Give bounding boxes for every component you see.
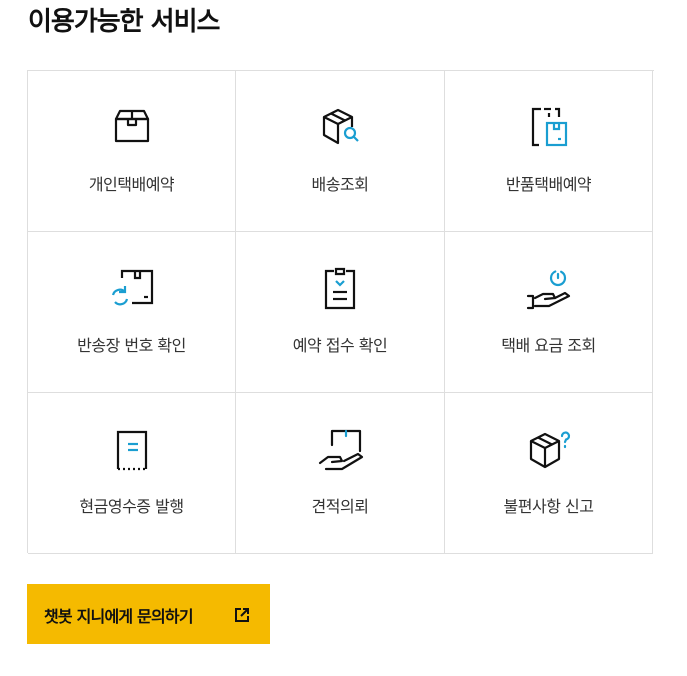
service-parcel-fee-inquiry[interactable]: 택배 요금 조회 bbox=[445, 232, 653, 393]
chatbot-button-label: 챗봇 지니에게 문의하기 bbox=[44, 607, 194, 626]
service-grid: 개인택배예약 배송조회 반품택배예약 반송장 번호 확인 예약 접수 확인 택배… bbox=[27, 70, 654, 554]
service-label: 배송조회 bbox=[311, 175, 369, 194]
service-label: 현금영수증 발행 bbox=[79, 497, 184, 516]
box-search-icon bbox=[316, 105, 364, 153]
box-question-icon bbox=[525, 427, 573, 475]
service-complaint-report[interactable]: 불편사항 신고 bbox=[445, 393, 653, 554]
service-label: 택배 요금 조회 bbox=[501, 336, 596, 355]
service-label: 견적의뢰 bbox=[311, 497, 369, 516]
service-return-waybill-check[interactable]: 반송장 번호 확인 bbox=[28, 232, 236, 393]
box-icon bbox=[108, 105, 156, 153]
service-label: 예약 접수 확인 bbox=[292, 336, 388, 355]
return-box-icon bbox=[525, 105, 573, 153]
box-refresh-icon bbox=[108, 266, 156, 314]
external-link-icon bbox=[234, 607, 250, 623]
service-estimate-request[interactable]: 견적의뢰 bbox=[236, 393, 445, 554]
hand-coin-icon bbox=[525, 266, 573, 314]
service-label: 개인택배예약 bbox=[88, 175, 175, 194]
service-reservation-receipt-check[interactable]: 예약 접수 확인 bbox=[236, 232, 445, 393]
service-delivery-tracking[interactable]: 배송조회 bbox=[236, 71, 445, 232]
page-title: 이용가능한 서비스 bbox=[28, 7, 220, 37]
service-personal-parcel-reservation[interactable]: 개인택배예약 bbox=[28, 71, 236, 232]
chatbot-inquiry-button[interactable]: 챗봇 지니에게 문의하기 bbox=[27, 584, 270, 644]
hand-box-icon bbox=[316, 427, 364, 475]
clipboard-check-icon bbox=[316, 266, 364, 314]
service-label: 반품택배예약 bbox=[505, 175, 592, 194]
service-label: 불편사항 신고 bbox=[503, 497, 594, 516]
service-label: 반송장 번호 확인 bbox=[77, 336, 186, 355]
receipt-icon bbox=[108, 427, 156, 475]
service-cash-receipt-issue[interactable]: 현금영수증 발행 bbox=[28, 393, 236, 554]
service-return-parcel-reservation[interactable]: 반품택배예약 bbox=[445, 71, 653, 232]
